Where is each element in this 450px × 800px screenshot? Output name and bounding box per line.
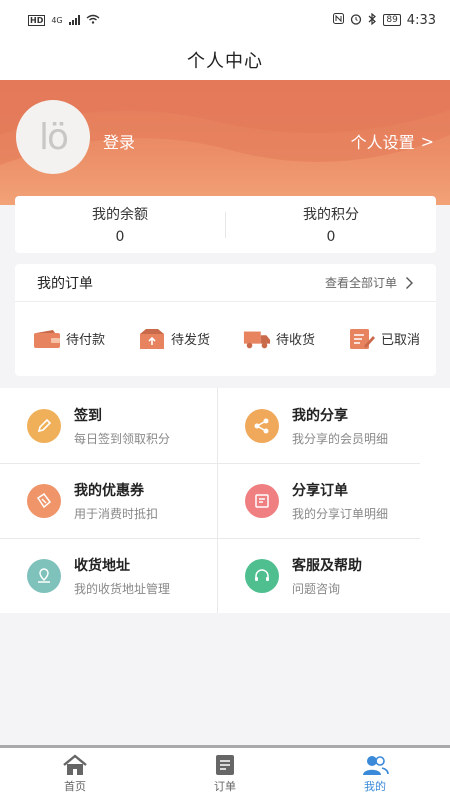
coupon-icon: [27, 483, 61, 518]
settings-link[interactable]: 个人设置 >: [351, 129, 434, 153]
clock-time: 4:33: [406, 12, 436, 28]
feature-subtitle: 每日签到领取积分: [74, 431, 171, 446]
headset-icon: [245, 558, 279, 593]
settings-label: 个人设置: [350, 133, 415, 152]
feature-check-in[interactable]: 签到 每日签到领取积分: [0, 388, 216, 463]
page-title: 个人中心: [187, 51, 263, 72]
bottom-tab-bar: 首页 订单 我的: [0, 745, 450, 800]
feature-grid: 签到 每日签到领取积分 我的分享 我分享的会员明细 我的优惠券 用于消费时抵扣 …: [0, 388, 450, 613]
balance-value: 0: [115, 229, 125, 245]
alarm-icon: [350, 13, 362, 28]
feature-subtitle: 问题咨询: [292, 581, 341, 596]
balance-card: 我的余额 0 我的积分 0: [15, 196, 436, 253]
feature-title: 收货地址: [74, 557, 130, 574]
points-value: 0: [326, 229, 336, 245]
truck-icon: [243, 328, 271, 350]
feature-shared-orders[interactable]: 分享订单 我的分享订单明细: [218, 463, 434, 538]
points-stat[interactable]: 我的积分 0: [226, 204, 436, 245]
edit-doc-icon: [348, 328, 376, 350]
pencil-icon: [27, 408, 61, 443]
feature-customer-service[interactable]: 客服及帮助 问题咨询: [218, 538, 434, 613]
nfc-icon: [333, 13, 345, 27]
feature-title: 签到: [74, 407, 102, 424]
tab-label: 订单: [214, 780, 236, 793]
view-all-orders-link[interactable]: 查看全部订单: [325, 274, 414, 291]
chevron-right-icon: [406, 276, 413, 289]
feature-shipping-address[interactable]: 收货地址 我的收货地址管理: [0, 538, 216, 613]
box-icon: [138, 328, 166, 350]
hd-badge: HD: [28, 14, 46, 26]
nav-bar: 个人中心: [0, 40, 450, 80]
points-label: 我的积分: [303, 207, 359, 223]
tab-label: 我的: [364, 780, 386, 793]
feature-title: 我的分享: [292, 407, 348, 424]
tab-mine[interactable]: 我的: [300, 748, 450, 800]
feature-subtitle: 用于消费时抵扣: [74, 506, 159, 521]
wallet-icon: [33, 328, 61, 350]
order-status-label: 已取消: [380, 333, 420, 348]
tab-label: 首页: [64, 780, 86, 793]
order-status-pending-payment[interactable]: 待付款: [33, 328, 105, 350]
home-icon: [63, 754, 87, 775]
tab-orders[interactable]: 订单: [150, 748, 300, 800]
feature-title: 我的优惠券: [74, 482, 144, 499]
order-status-label: 待付款: [66, 333, 106, 348]
orders-title: 我的订单: [37, 275, 93, 292]
wifi-icon: [86, 13, 100, 27]
order-status-row: 待付款 待发货 待收货 已取消: [15, 302, 436, 375]
signal-icon: [68, 15, 80, 25]
profile-header: lö 登录 个人设置 >: [0, 80, 450, 205]
chevron-right-icon: >: [420, 131, 434, 151]
order-status-label: 待发货: [170, 333, 210, 348]
order-doc-icon: [245, 483, 279, 518]
network-label: 4G: [51, 15, 63, 25]
orders-card: 我的订单 查看全部订单 待付款 待发货 待收货 已取消: [15, 264, 436, 376]
view-all-orders-label: 查看全部订单: [324, 276, 397, 290]
bluetooth-icon: [368, 12, 377, 28]
feature-my-share[interactable]: 我的分享 我分享的会员明细: [218, 388, 434, 463]
location-icon: [27, 558, 61, 593]
order-status-label: 待收货: [275, 333, 315, 348]
avatar[interactable]: lö: [16, 100, 90, 174]
feature-title: 分享订单: [292, 482, 348, 499]
login-link[interactable]: 登录: [103, 129, 135, 153]
order-list-icon: [216, 755, 234, 775]
balance-label: 我的余额: [92, 207, 148, 223]
feature-subtitle: 我的收货地址管理: [74, 581, 171, 596]
feature-my-coupons[interactable]: 我的优惠券 用于消费时抵扣: [0, 463, 216, 538]
order-status-pending-receipt[interactable]: 待收货: [243, 328, 315, 350]
orders-header: 我的订单 查看全部订单: [15, 264, 436, 302]
share-icon: [245, 408, 279, 443]
feature-subtitle: 我分享的会员明细: [292, 431, 389, 446]
order-status-pending-shipment[interactable]: 待发货: [138, 328, 210, 350]
status-bar: HD 4G 89 4:33: [0, 0, 450, 40]
order-status-cancelled[interactable]: 已取消: [348, 328, 420, 350]
balance-stat[interactable]: 我的余额 0: [15, 204, 225, 245]
feature-title: 客服及帮助: [292, 557, 362, 574]
battery-icon: 89: [383, 14, 401, 26]
user-group-icon: [363, 756, 389, 775]
tab-home[interactable]: 首页: [0, 748, 150, 800]
avatar-logo-text: lö: [38, 116, 69, 158]
feature-subtitle: 我的分享订单明细: [292, 506, 389, 521]
